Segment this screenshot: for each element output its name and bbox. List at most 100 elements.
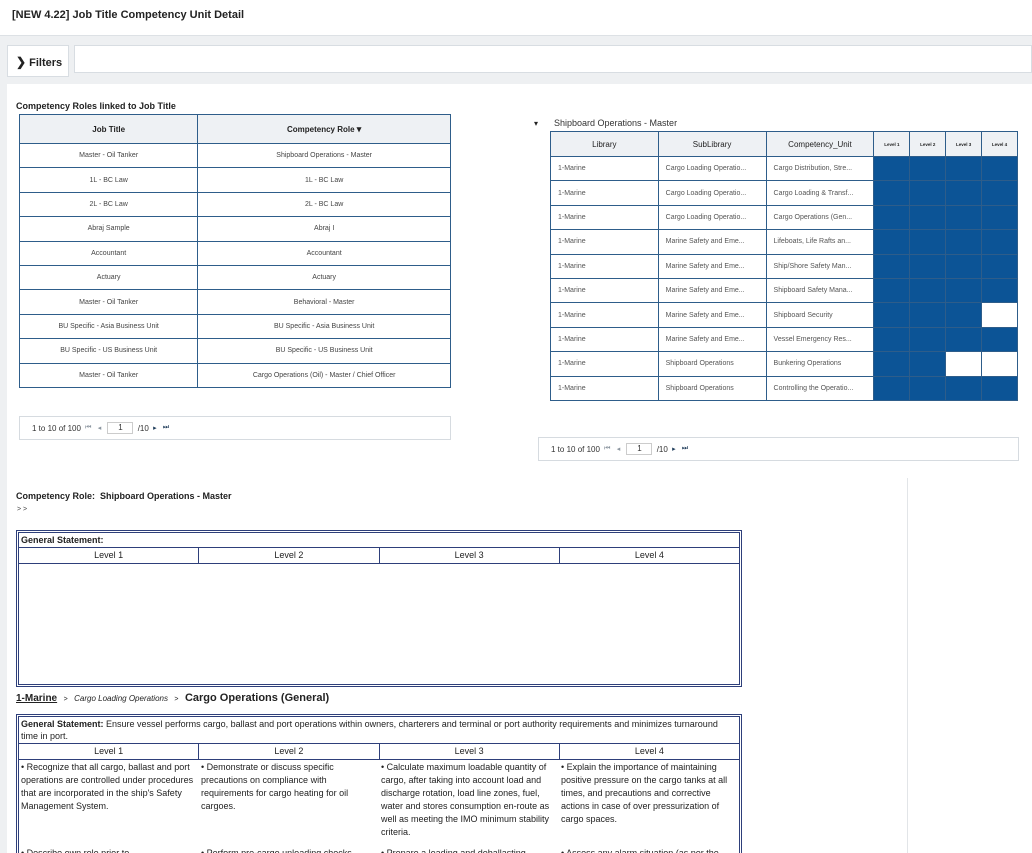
level-4-cell[interactable] [981,155,1018,182]
level-2-cell[interactable] [909,180,947,206]
level-3-cell[interactable] [945,180,983,206]
level-2-cell[interactable] [909,302,947,328]
table-row[interactable]: Accountant Accountant [18,240,451,266]
breadcrumb-library-link[interactable]: 1-Marine [16,693,57,704]
level-2-cell[interactable] [909,351,947,377]
table-row[interactable]: 1-Marine Cargo Loading Operatio... Cargo D… [550,155,1018,182]
column-header-level-3[interactable]: Level 3 [945,131,983,157]
column-header-level-2[interactable]: Level 2 [909,131,947,157]
level-4-cell[interactable] [981,302,1018,328]
column-header-competency-unit[interactable]: Competency_Unit [765,131,875,157]
table-row[interactable]: 1-Marine Cargo Loading Operatio... Cargo L… [550,180,1018,206]
prev-page-icon[interactable]: ◂ [98,424,102,432]
level-4-cell[interactable] [981,180,1018,206]
next-page-icon[interactable]: ▸ [672,445,676,453]
table-row[interactable]: Actuary Actuary [18,264,451,291]
level-1-cell[interactable] [873,302,911,328]
sublibrary-cell: Marine Safety and Eme... [657,229,767,255]
role-level-headers: Level 1 Level 2 Level 3 Level 4 [19,548,739,564]
level-descriptions: • Recognize that all cargo, ballast and … [19,760,739,840]
level-4-cell[interactable] [981,253,1018,279]
level-3-cell[interactable] [945,229,983,255]
level-3-cell[interactable] [945,326,983,353]
level-3-cell[interactable] [945,253,983,279]
table-row[interactable]: 1-Marine Marine Safety and Eme... Shipboar… [550,302,1018,328]
prev-page-icon[interactable]: ◂ [617,445,621,453]
level-1-cell[interactable] [873,180,911,206]
title-bar: [NEW 4.22] Job Title Competency Unit Det… [0,0,1032,36]
competency-role-cell: Accountant [197,240,451,266]
level-2-cell[interactable] [909,375,947,401]
table-row[interactable]: 1-Marine Marine Safety and Eme... Ship/Sho… [550,253,1018,279]
table-row[interactable]: BU Specific - US Business Unit BU Specifi… [18,338,451,364]
table-row[interactable]: 1L - BC Law 1L - BC Law [18,167,451,193]
column-header-competency-role[interactable]: Competency Role ▾ [197,114,451,144]
filters-label: Filters [29,57,63,69]
page-input[interactable]: 1 [626,443,653,455]
table-row[interactable]: 1-Marine Shipboard Operations Bunkering Op… [550,351,1018,377]
level-2-cell[interactable] [909,229,947,255]
caret-down-icon[interactable]: ▾ [534,119,538,128]
last-page-icon[interactable]: ⏭ [163,424,169,432]
table-row[interactable]: 1-Marine Marine Safety and Eme... Lifeboat… [550,229,1018,255]
level-4-cell[interactable] [981,277,1018,304]
table-row[interactable]: Abraj Sample Abraj I [18,216,451,242]
level-1-cell[interactable] [873,204,911,231]
level-2-cell[interactable] [909,253,947,279]
table-row[interactable]: Master - Oil Tanker Cargo Operations (Oil… [18,362,451,388]
level-description: • Explain the importance of maintaining … [561,762,728,824]
level-4-cell[interactable] [981,351,1018,377]
level-4-cell[interactable] [981,229,1018,255]
level-description: • Prepare a loading and deballasting [381,848,526,853]
level-3-cell[interactable] [945,204,983,231]
column-header-level-4[interactable]: Level 4 [981,131,1018,157]
competency-role-cell: 1L - BC Law [197,167,451,193]
level-2-cell[interactable] [909,326,947,353]
level-3-cell[interactable] [945,302,983,328]
table-row[interactable]: 1-Marine Marine Safety and Eme... Vessel E… [550,326,1018,353]
table-row[interactable]: 1-Marine Shipboard Operations Controlling … [550,375,1018,401]
level-3-cell[interactable] [945,375,983,401]
sublibrary-cell: Shipboard Operations [657,351,767,377]
sublibrary-cell: Marine Safety and Eme... [657,302,767,328]
units-table: Library SubLibrary Competency_Unit Level… [550,131,1018,401]
table-row[interactable]: Master - Oil Tanker Shipboard Operations … [18,142,451,169]
table-row[interactable]: 2L - BC Law 2L - BC Law [18,191,451,218]
page-input[interactable]: 1 [107,422,134,434]
level-3-cell[interactable] [945,277,983,304]
level-1-cell[interactable] [873,229,911,255]
column-header-job-title[interactable]: Job Title [18,114,199,144]
next-page-icon[interactable]: ▸ [153,424,157,432]
level-2-cell[interactable] [909,204,947,231]
level-4-cell[interactable] [981,326,1018,353]
table-row[interactable]: Master - Oil Tanker Behavioral - Master [18,289,451,315]
units-pager: 1 to 10 of 100 ⏮ ◂ 1 /10 ▸ ⏭ [538,437,1019,461]
first-page-icon[interactable]: ⏮ [604,445,610,453]
level-1-cell[interactable] [873,326,911,353]
level-1-cell[interactable] [873,351,911,377]
level-2-cell[interactable] [909,155,947,182]
column-header-level-1[interactable]: Level 1 [873,131,911,157]
level-2-cell[interactable] [909,277,947,304]
level-3-cell[interactable] [945,351,983,377]
level-4-cell[interactable] [981,204,1018,231]
filter-bar[interactable] [74,45,1032,73]
level-1-cell[interactable] [873,277,911,304]
competency-role-cell: Actuary [197,264,451,291]
table-row[interactable]: 1-Marine Cargo Loading Operatio... Cargo O… [550,204,1018,231]
competency-role-cell: Abraj I [197,216,451,242]
level-3-cell[interactable] [945,155,983,182]
filters-toggle[interactable]: ❯ Filters [7,45,69,77]
level-header: Level 2 [199,548,380,563]
column-header-sublibrary[interactable]: SubLibrary [657,131,767,157]
table-row[interactable]: 1-Marine Marine Safety and Eme... Shipboar… [550,277,1018,304]
column-header-library[interactable]: Library [550,131,659,157]
level-1-cell[interactable] [873,155,911,182]
level-1-cell[interactable] [873,375,911,401]
table-row[interactable]: BU Specific - Asia Business Unit BU Speci… [18,313,451,340]
level-1-cell[interactable] [873,253,911,279]
last-page-icon[interactable]: ⏭ [682,445,688,453]
first-page-icon[interactable]: ⏮ [85,424,91,432]
job-title-cell: 2L - BC Law [18,191,199,218]
level-4-cell[interactable] [981,375,1018,401]
